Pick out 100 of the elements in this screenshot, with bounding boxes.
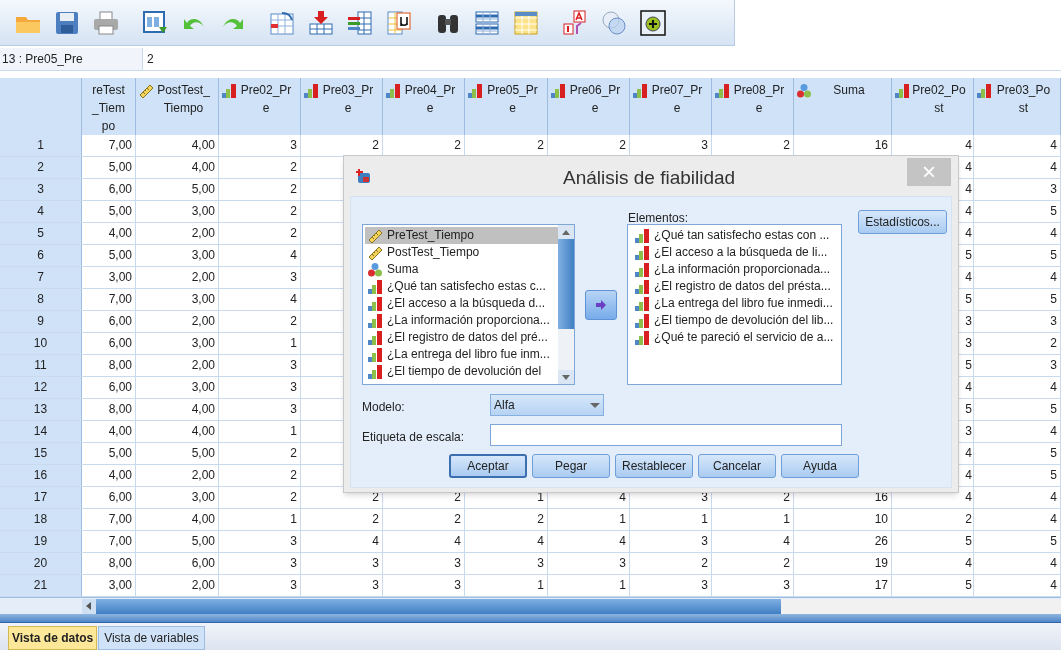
scrollbar-thumb[interactable] xyxy=(558,239,574,329)
scrollbar-thumb[interactable] xyxy=(96,598,781,614)
row-header[interactable]: 9 xyxy=(0,311,82,332)
table-cell: 3 xyxy=(712,575,794,596)
variable-item[interactable]: ¿El tiempo de devolución del xyxy=(365,363,558,380)
table-bars-icon[interactable] xyxy=(346,8,374,37)
dropdown-caret-icon xyxy=(590,402,600,408)
row-header[interactable]: 16 xyxy=(0,465,82,486)
column-header[interactable]: Pre07_Pre xyxy=(630,78,712,135)
letter-number-icon[interactable] xyxy=(561,8,589,37)
table-cell: 1 xyxy=(219,333,301,354)
row-header[interactable]: 10 xyxy=(0,333,82,354)
table-cell: 2,00 xyxy=(136,223,219,244)
row-header[interactable]: 6 xyxy=(0,245,82,266)
column-header[interactable]: Pre03_Post xyxy=(974,78,1061,135)
table-cell: 4 xyxy=(465,531,548,552)
dialog-button[interactable]: Cancelar xyxy=(698,454,776,478)
horizontal-scrollbar[interactable] xyxy=(82,598,1061,614)
row-header[interactable]: 21 xyxy=(0,575,82,596)
scroll-down-icon[interactable] xyxy=(558,370,574,384)
column-header[interactable]: reTest_Tiempo xyxy=(82,78,136,135)
model-dropdown[interactable]: Alfa xyxy=(490,394,604,416)
row-header[interactable]: 3 xyxy=(0,179,82,200)
move-right-button[interactable] xyxy=(585,290,617,320)
variable-item[interactable]: ¿Qué tan satisfecho estas con ... xyxy=(632,227,841,244)
row-header[interactable]: 4 xyxy=(0,201,82,222)
variable-item[interactable]: ¿Qué te pareció el servicio de a... xyxy=(632,329,841,346)
variable-item[interactable]: PostTest_Tiempo xyxy=(365,244,558,261)
table-cell: 10 xyxy=(794,509,892,530)
column-header[interactable]: Pre04_Pre xyxy=(383,78,465,135)
table-cell: 2,00 xyxy=(136,465,219,486)
column-header[interactable]: Pre03_Pre xyxy=(301,78,383,135)
dialog-button[interactable]: Restablecer xyxy=(615,454,693,478)
table-cell: 2 xyxy=(974,333,1061,354)
bar-chart-icon xyxy=(894,83,910,99)
row-header[interactable]: 1 xyxy=(0,135,82,156)
table-cell: 4 xyxy=(219,245,301,266)
column-header[interactable]: Pre05_Pre xyxy=(465,78,548,135)
ruler-icon xyxy=(367,244,383,261)
row-header[interactable]: 8 xyxy=(0,289,82,310)
variable-item[interactable]: ¿El acceso a la búsqueda de li... xyxy=(632,244,841,261)
dialog-button[interactable]: Pegar xyxy=(532,454,610,478)
table-cell: 2,00 xyxy=(136,311,219,332)
row-header[interactable]: 13 xyxy=(0,399,82,420)
overlapping-circles-icon[interactable] xyxy=(600,8,628,37)
table-cell: 4 xyxy=(974,135,1061,156)
dialog-button[interactable]: Ayuda xyxy=(781,454,859,478)
scroll-left-icon[interactable] xyxy=(82,598,96,614)
table-down-arrow-icon[interactable] xyxy=(307,8,335,37)
variable-item[interactable]: PreTest_Tiempo xyxy=(365,227,558,244)
column-header[interactable]: Pre08_Pre xyxy=(712,78,794,135)
row-header[interactable]: 17 xyxy=(0,487,82,508)
bar-chart-icon xyxy=(976,83,992,99)
table-cell: 3 xyxy=(219,377,301,398)
table-cell: 3 xyxy=(548,553,630,574)
row-header[interactable]: 2 xyxy=(0,157,82,178)
table-cell: 4 xyxy=(219,289,301,310)
scale-label: Etiqueta de escala: xyxy=(362,429,465,446)
column-header[interactable]: PostTest_Tiempo xyxy=(136,78,219,135)
column-header[interactable]: Pre06_Pre xyxy=(548,78,630,135)
variable-item[interactable]: Suma xyxy=(365,261,558,278)
column-header[interactable]: Pre02_Post xyxy=(892,78,974,135)
items-list[interactable] xyxy=(627,224,842,385)
view-tab[interactable]: Vista de datos xyxy=(8,626,98,650)
row-header[interactable]: 7 xyxy=(0,267,82,288)
table-cell: 2 xyxy=(465,509,548,530)
variable-item[interactable]: ¿El registro de datos del pré... xyxy=(365,329,558,346)
column-header[interactable]: Pre02_Pre xyxy=(219,78,301,135)
row-header[interactable]: 20 xyxy=(0,553,82,574)
row-header[interactable]: 15 xyxy=(0,443,82,464)
row-header[interactable]: 14 xyxy=(0,421,82,442)
statistics-button[interactable]: Estadísticos... xyxy=(858,210,947,234)
variable-item[interactable]: ¿La entrega del libro fue inm... xyxy=(365,346,558,363)
table-cell: 2 xyxy=(219,157,301,178)
variable-item[interactable]: ¿Qué tan satisfecho estas c... xyxy=(365,278,558,295)
split-table-icon[interactable] xyxy=(473,8,501,37)
row-header[interactable]: 5 xyxy=(0,223,82,244)
variable-item[interactable]: ¿El acceso a la búsqueda d... xyxy=(365,295,558,312)
variable-item[interactable]: ¿La entrega del libro fue inmedi... xyxy=(632,295,841,312)
printer-icon[interactable] xyxy=(92,8,120,37)
variable-item[interactable]: ¿La información proporcionada... xyxy=(632,261,841,278)
row-header[interactable]: 12 xyxy=(0,377,82,398)
variable-item[interactable]: ¿El registro de datos del présta... xyxy=(632,278,841,295)
variable-item[interactable]: ¿El tiempo de devolución del lib... xyxy=(632,312,841,329)
variable-item[interactable]: ¿La información proporciona... xyxy=(365,312,558,329)
table-cell: 4 xyxy=(974,157,1061,178)
variable-list[interactable] xyxy=(362,224,575,385)
dialog-button[interactable]: Aceptar xyxy=(449,454,527,478)
vertical-scrollbar[interactable] xyxy=(558,225,574,384)
row-header[interactable]: 18 xyxy=(0,509,82,530)
scroll-up-icon[interactable] xyxy=(558,225,574,239)
column-header[interactable]: Suma xyxy=(794,78,892,135)
view-tab[interactable]: Vista de variables xyxy=(98,626,205,650)
scale-label-field[interactable] xyxy=(490,424,842,446)
table-grid-icon[interactable] xyxy=(512,8,540,37)
row-header[interactable]: 19 xyxy=(0,531,82,552)
table-mu-icon[interactable] xyxy=(385,8,413,37)
table-cell: 7,00 xyxy=(82,135,136,156)
row-header[interactable]: 11 xyxy=(0,355,82,376)
splitter[interactable] xyxy=(0,614,1061,623)
